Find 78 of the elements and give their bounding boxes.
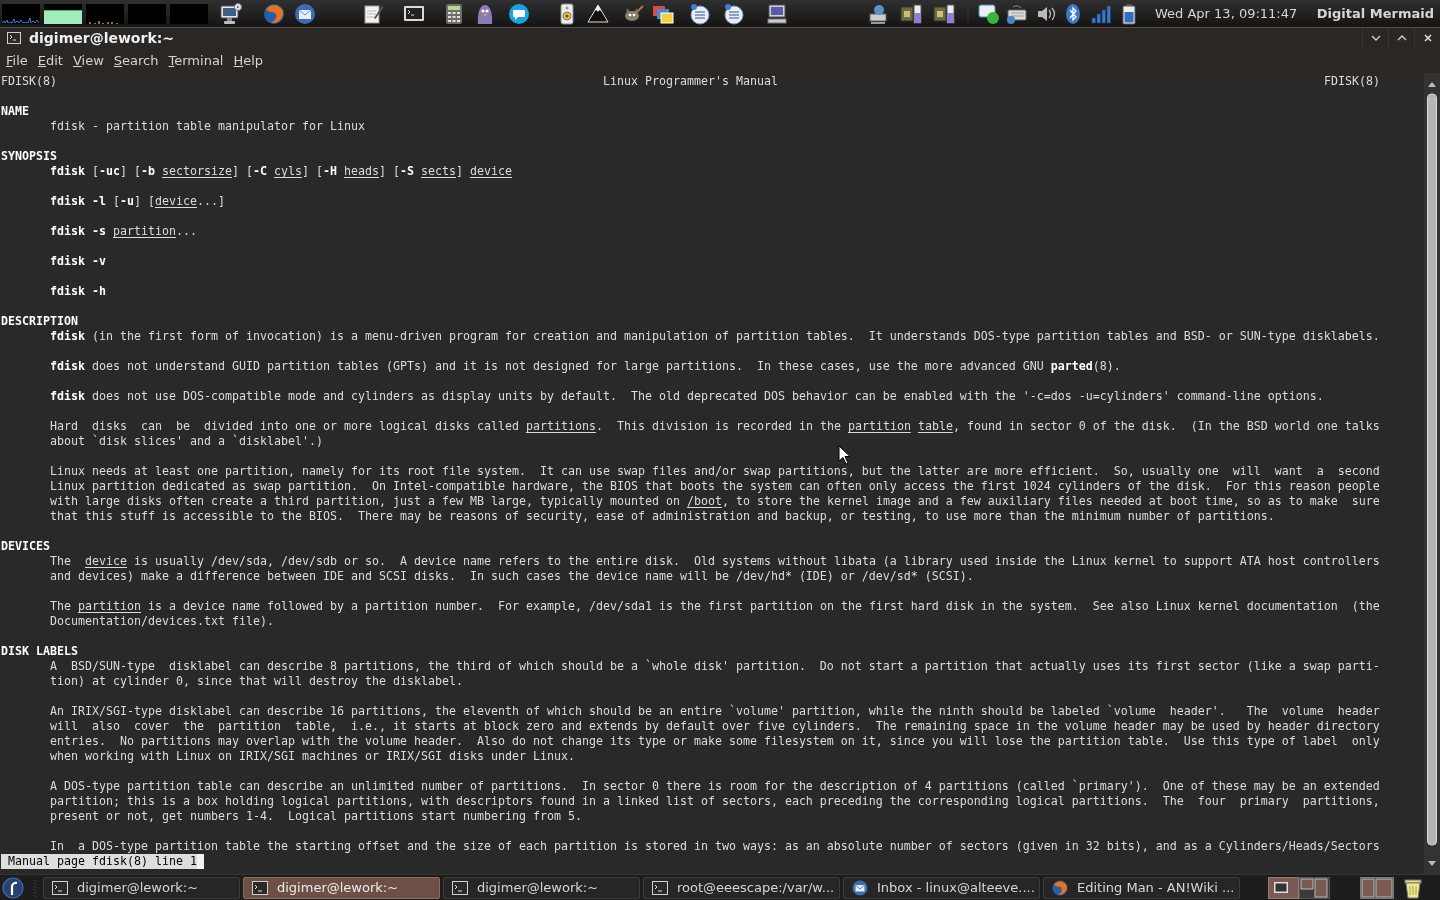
chevron-up-icon [1396,35,1407,41]
menu-item[interactable]: Edit [37,50,63,71]
system-monitor-graph [170,3,208,24]
section-heading: DISK LABELS [1,644,78,659]
window-title: digimer@lework:~ [29,28,175,48]
menu-item[interactable]: Search [113,50,159,71]
mountain-icon[interactable] [587,2,609,25]
cpu-meter-icon[interactable] [900,2,922,25]
terminal-icon [652,880,668,895]
man-paragraph: The partition is a device name followed by a partition number. For example, /dev/sda1 is the first partition on the first hard disk in the system. See also Linux kernel documentation (the Documentation/devices.txt file). [50,599,1380,629]
taskbar-button[interactable]: Inbox - linux@alteeve.... [843,876,1040,899]
clock: Wed Apr 13, 09:11:47 [1155,4,1298,23]
computer-icon[interactable] [766,2,788,25]
manual-title: Linux Programmer's Manual [603,74,778,89]
system-monitor-graph [86,3,124,24]
man-paragraph: The device is usually /dev/sda, /dev/sdb or so. A device name refers to the entire disk. Old systems without libata (a library used inside the Linux kernel to support ATA host controllers and devices) make a difference between IDE and SCSI disks. In such cases the device name will be /dev/hd* (IDE) or /dev/sd* (SCSI). [50,554,1380,584]
system-monitor-graph [2,3,40,24]
taskbar-button[interactable]: Editing Man - AN!Wiki ... [1043,876,1240,899]
menu-item[interactable]: File [6,50,28,71]
page-name: FDISK(8) [1324,74,1380,89]
system-monitor-graph [44,3,82,24]
synopsis-line: fdisk -v [50,254,106,269]
chat-icon[interactable] [508,2,530,25]
man-paragraph: An IRIX/SGI-type disklabel can describe 16 partitions, the eleventh of which should be an entire `volume' partition, while the ninth should be labeled `volume header'. The volume header will also cover the partition table, i.e., it starts at block zero and extends by default over five cylinders. The remaining space in the volume header may be used by header directory entries. No partitions may overlap with the volume header. Also do not change its type or make some filesystem on it, since you will lose the partition table. Use this type of label only when working with Linux on IRIX/SGI machines or IRIX/SGI disks under Linux. [50,704,1380,764]
chevron-down-icon [1370,35,1381,41]
man-paragraph: Linux needs at least one partition, namely for its root file system. It can use swap files and/or swap partitions, but the latter are more efficient. So, usually one will want a second Linux partition dedicated as swap partition. On Intel-compatible hardware, the BIOS that boots the system can often only access the first 1024 cylinders of the disk. For this reason people with large disks often create a third partition, just a few MB large, typically mounted on /boot, to store the kernel image and a few auxiliary files needed at boot time, so as to make sure that this stuff is accessible to the BIOS. There may be reasons of security, ease of administration and backup, or testing, to use more than the minimum number of partitions. [50,464,1380,524]
page-name: FDISK(8) [1,74,57,89]
menu-item[interactable]: Terminal [168,50,224,71]
synopsis-line: fdisk -h [50,284,106,299]
man-paragraph: fdisk - partition table manipulator for Linux [50,119,365,134]
signal-bars-icon[interactable] [1090,2,1112,25]
window-layout-icon[interactable] [1360,876,1394,899]
terminal-icon [7,32,21,44]
synopsis-line: fdisk -s partition... [50,224,197,239]
system-monitor-graph [128,3,166,24]
taskbar-button[interactable]: digimer@lework:~ [443,876,640,899]
synopsis-line: fdisk [-uc] [-b sectorsize] [-C cyls] [-H heads] [-S sects] device [50,164,512,179]
terminal-icon [452,880,468,895]
list-icon[interactable] [689,2,711,25]
section-heading: DEVICES [1,539,50,554]
logo-icon[interactable] [2,876,24,899]
globe-icon[interactable] [263,2,285,25]
workspace-pager[interactable] [1268,876,1330,899]
list-icon[interactable] [723,2,745,25]
mail-icon[interactable] [294,2,316,25]
keyboard-icon[interactable] [1005,2,1027,25]
man-paragraph: A BSD/SUN-type disklabel can describe 8 partitions, the third of which should be a `whole disk' partition. Do not start a partition that actually uses its first sector (like a swap parti- tion) at cylinder 0, since that will destroy the disklabel. [50,659,1380,689]
section-heading: DESCRIPTION [1,314,78,329]
mail-icon [852,879,868,896]
menu-item[interactable]: View [72,50,104,71]
man-paragraph: In a DOS-type partition table the starting offset and the size of each partition is stored in two ways: as an absolute number of sectors (given in 32 bits), and as a Cylinders/Heads/Sectors [50,839,1380,854]
mouse-pointer-icon [838,445,851,465]
taskbar-button[interactable]: digimer@lework:~ [243,876,440,899]
taskbar-button[interactable]: digimer@lework:~ [43,876,240,899]
scrollbar[interactable] [1424,73,1440,874]
cpu-meter-icon[interactable] [933,2,955,25]
network-computer-icon[interactable] [867,2,889,25]
man-paragraph: fdisk (in the first form of invocation) is a menu-driven program for creation and manipulation of partition tables. It understands DOS-type partition tables and BSD- or SUN-type disklabels. [50,329,1380,344]
man-paragraph: fdisk does not use DOS-compatible mode and cylinders as display units by default. The old deprecated DOS behavior can be enabled with the '-c=dos -u=cylinders' command-line options. [50,389,1324,404]
user-name[interactable]: Digital Mermaid [1316,3,1434,24]
globe-icon [1052,879,1068,896]
man-paragraph: A DOS-type partition table can describe an unlimited number of partitions. In sector 0 there is room for the description of 4 partitions (called `primary'). One of these may be an extended partition; this is a box holding logical partitions, with descriptors found in a linked list of sectors, each preceding the corresponding logical partitions. The four primary partitions, present or not, get numbers 1-4. Logical partitions start numbering from 5. [50,779,1380,824]
synopsis-line: fdisk -l [-u] [device...] [50,194,225,209]
trash-icon[interactable] [1403,876,1423,899]
taskbar-button[interactable]: root@eeescape:/var/w... [643,876,840,899]
monitor-icon[interactable] [220,2,242,25]
terminal-icon [52,880,68,895]
menu-item[interactable]: Help [233,50,264,71]
close-icon [1423,34,1432,42]
man-paragraph: fdisk does not understand GUID partition tables (GPTs) and it is not designed for large partitions. In these cases, use the more advanced GNU parted(8). [50,359,1121,374]
cursor-icon [196,854,204,869]
calculator-icon[interactable] [443,2,465,25]
section-heading: NAME [1,104,29,119]
notepad-icon[interactable] [362,2,384,25]
man-paragraph: Hard disks can be divided into one or more logical disks called partitions. This division is recorded in the partition table, found in sector 0 of the disk. (In the BSD world one talks about `disk slices' and a `disklabel'.) [50,419,1380,449]
terminal-icon [252,880,268,895]
chat-bubble-icon[interactable] [978,2,1000,25]
section-heading: SYNOPSIS [1,149,57,164]
